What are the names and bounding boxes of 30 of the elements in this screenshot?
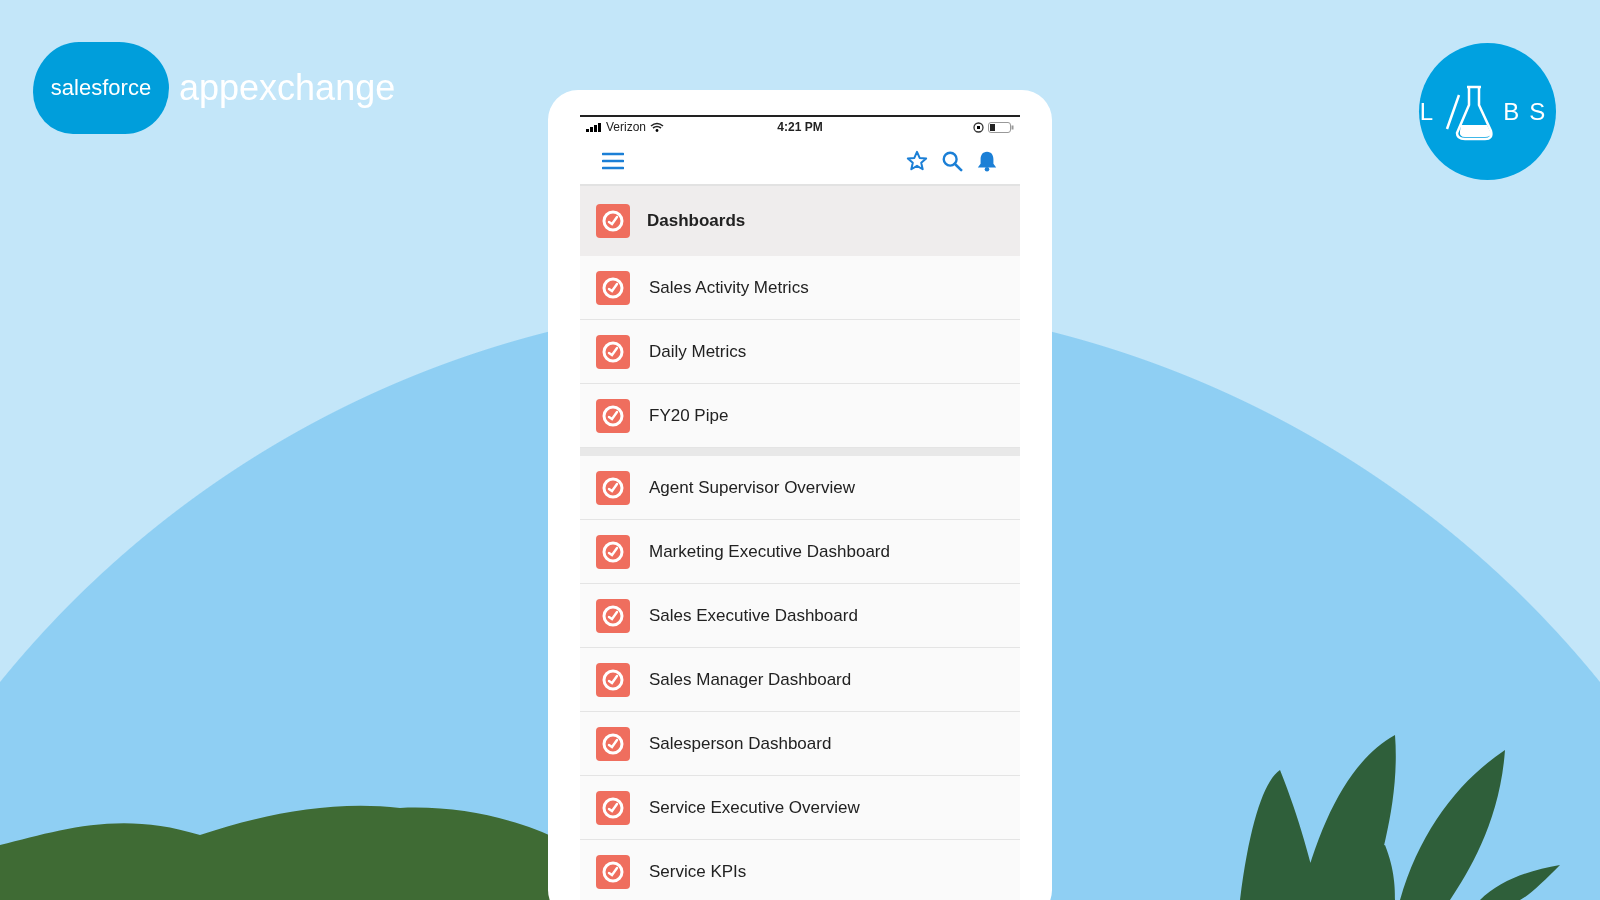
star-icon: [906, 149, 928, 172]
menu-button[interactable]: [602, 151, 624, 170]
menu-icon: [602, 151, 624, 170]
search-icon: [941, 149, 963, 172]
dashboard-icon: [596, 334, 630, 369]
dashboard-icon: [596, 270, 630, 305]
menu-title: Dashboards: [647, 211, 746, 231]
dashboard-icon: [596, 790, 630, 825]
carrier-name: Verizon: [606, 120, 647, 134]
dashboard-icon: [596, 204, 630, 238]
dashboard-icon: [596, 534, 630, 569]
search-button[interactable]: [941, 149, 963, 172]
status-time: 4:21 PM: [777, 120, 823, 134]
dashboard-icon: [596, 398, 630, 433]
logo-letter: L: [1419, 97, 1444, 126]
dashboard-icon: [596, 854, 630, 889]
favorites-button[interactable]: [906, 149, 928, 172]
dashboard-icon: [596, 726, 630, 761]
logo-letters: BS: [1503, 97, 1556, 126]
dashboard-icon: [596, 470, 630, 505]
dashboard-icon: [596, 598, 630, 633]
battery-icon: [988, 121, 1014, 133]
notifications-button[interactable]: [976, 149, 998, 172]
dashboard-icon: [596, 662, 630, 697]
logo-text: salesforce: [50, 75, 152, 101]
signal-icon: [586, 122, 602, 132]
wifi-icon: [650, 122, 665, 132]
bell-icon: [976, 149, 998, 172]
product-name: appexchange: [179, 67, 396, 109]
rotation-lock-icon: [973, 121, 984, 133]
